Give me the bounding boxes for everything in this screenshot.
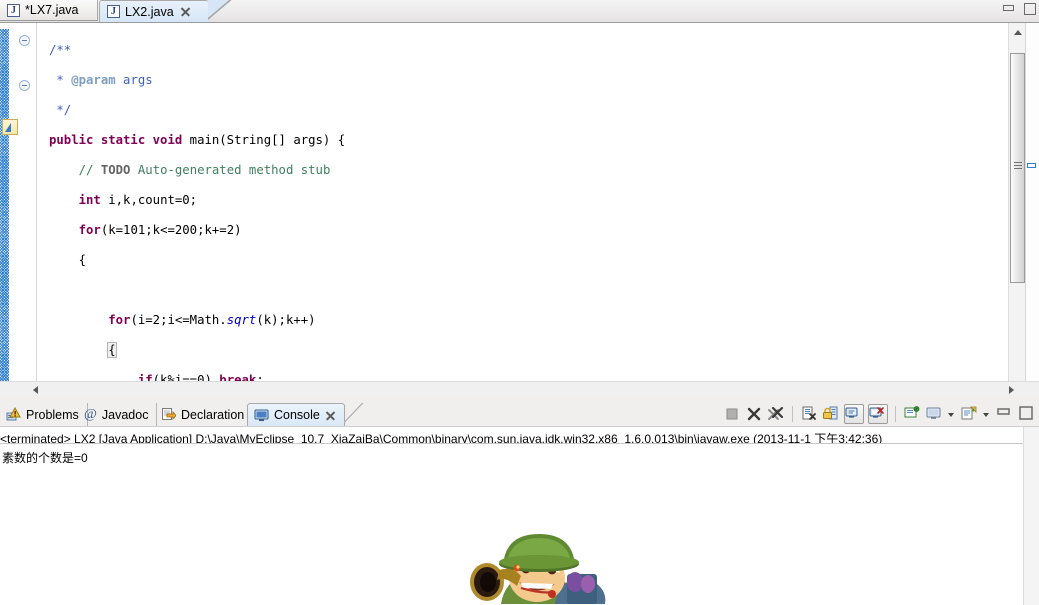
code-line: for(i=2;i<=Math.sqrt(k);k++) (108, 313, 316, 327)
tab-label: Declaration (181, 407, 245, 422)
console-icon (254, 408, 269, 423)
console-output-line: 素数的个数是=0 (2, 451, 88, 465)
overview-marker[interactable] (1027, 163, 1036, 168)
scroll-up-arrow-icon[interactable] (1009, 23, 1026, 39)
maximize-icon[interactable] (1022, 2, 1037, 15)
scrollbar-thumb[interactable] (1010, 53, 1025, 283)
tab-console[interactable]: Console (247, 403, 345, 426)
code-line: */ (49, 103, 72, 117)
console-launch-header: <terminated> LX2 [Java Application] D:\J… (0, 427, 1039, 444)
code-line: public static void main(String[] args) { (49, 133, 346, 147)
toolbar-separator (895, 406, 896, 422)
toolbar-separator (792, 406, 793, 422)
display-selected-console-icon[interactable] (925, 405, 943, 423)
console-toolbar (723, 402, 1035, 426)
java-file-icon: J (107, 5, 120, 18)
pin-console-icon[interactable] (903, 405, 921, 423)
code-text[interactable]: /** * @param args */ public static void … (37, 23, 1008, 395)
fold-collapse-icon[interactable] (19, 35, 30, 46)
code-line: { (107, 342, 117, 358)
scroll-left-arrow-icon[interactable] (28, 382, 42, 396)
minimize-icon[interactable] (995, 405, 1013, 423)
close-icon[interactable] (180, 6, 191, 17)
remove-all-terminated-icon[interactable] (767, 405, 785, 423)
code-line: { (49, 253, 87, 267)
declaration-icon (161, 407, 176, 422)
tab-trailing-edge (208, 0, 234, 22)
tab-problems[interactable]: Problems (0, 403, 88, 426)
java-file-icon: J (7, 3, 20, 17)
fold-collapse-icon[interactable] (19, 80, 30, 91)
quickfix-warning-icon[interactable] (2, 119, 18, 135)
close-icon[interactable] (325, 410, 336, 421)
code-line: for(k=101;k<=200;k+=2) (78, 223, 242, 237)
editor-tab-label: LX2.java (125, 4, 174, 19)
console-vertical-scrollbar[interactable] (1023, 427, 1039, 605)
code-line: // TODO Auto-generated method stub (78, 163, 331, 177)
bottom-tab-trailing-edge (344, 403, 366, 426)
editor-horizontal-scrollbar[interactable] (0, 381, 1039, 396)
editor-tab-bar: J *LX7.java J LX2.java (0, 0, 1039, 23)
terminate-icon[interactable] (723, 405, 741, 423)
editor-tab-label: *LX7.java (25, 3, 79, 17)
code-line: /** (49, 43, 72, 57)
open-console-icon[interactable] (960, 405, 978, 423)
code-line: * @param args (49, 73, 153, 87)
remove-launch-icon[interactable] (745, 405, 763, 423)
show-console-on-error-icon[interactable] (868, 404, 888, 424)
tab-javadoc[interactable]: @ Javadoc (78, 403, 158, 426)
problems-icon (6, 407, 21, 422)
maximize-icon[interactable] (1017, 405, 1035, 423)
tab-label: Javadoc (101, 407, 149, 422)
tab-declaration[interactable]: Declaration (155, 403, 254, 426)
scroll-lock-icon[interactable] (822, 405, 840, 423)
editor-tab-lx2[interactable]: J LX2.java (99, 0, 209, 22)
code-editor[interactable]: /** * @param args */ public static void … (0, 23, 1039, 395)
tab-label: Console (274, 408, 320, 422)
show-console-on-output-icon[interactable] (844, 404, 864, 424)
javadoc-at-icon: @ (84, 406, 97, 422)
restore-icon[interactable] (1001, 2, 1016, 15)
editor-tab-lx7[interactable]: J *LX7.java (0, 0, 98, 21)
soldier-mascot-image (455, 528, 625, 604)
change-bar-ruler (0, 23, 9, 395)
eclipse-ide-window: J *LX7.java J LX2.java /** * @param args… (0, 0, 1039, 605)
code-line: int i,k,count=0; (78, 193, 198, 207)
clear-console-icon[interactable] (800, 405, 818, 423)
tab-label: Problems (26, 407, 79, 422)
chevron-down-icon[interactable] (947, 405, 956, 423)
scroll-right-arrow-icon[interactable] (1005, 382, 1019, 396)
chevron-down-icon[interactable] (982, 405, 991, 423)
editor-window-buttons (1001, 2, 1037, 15)
folding-gutter[interactable] (9, 23, 37, 395)
editor-vertical-scrollbar[interactable] (1008, 23, 1026, 395)
overview-ruler[interactable] (1025, 23, 1039, 395)
